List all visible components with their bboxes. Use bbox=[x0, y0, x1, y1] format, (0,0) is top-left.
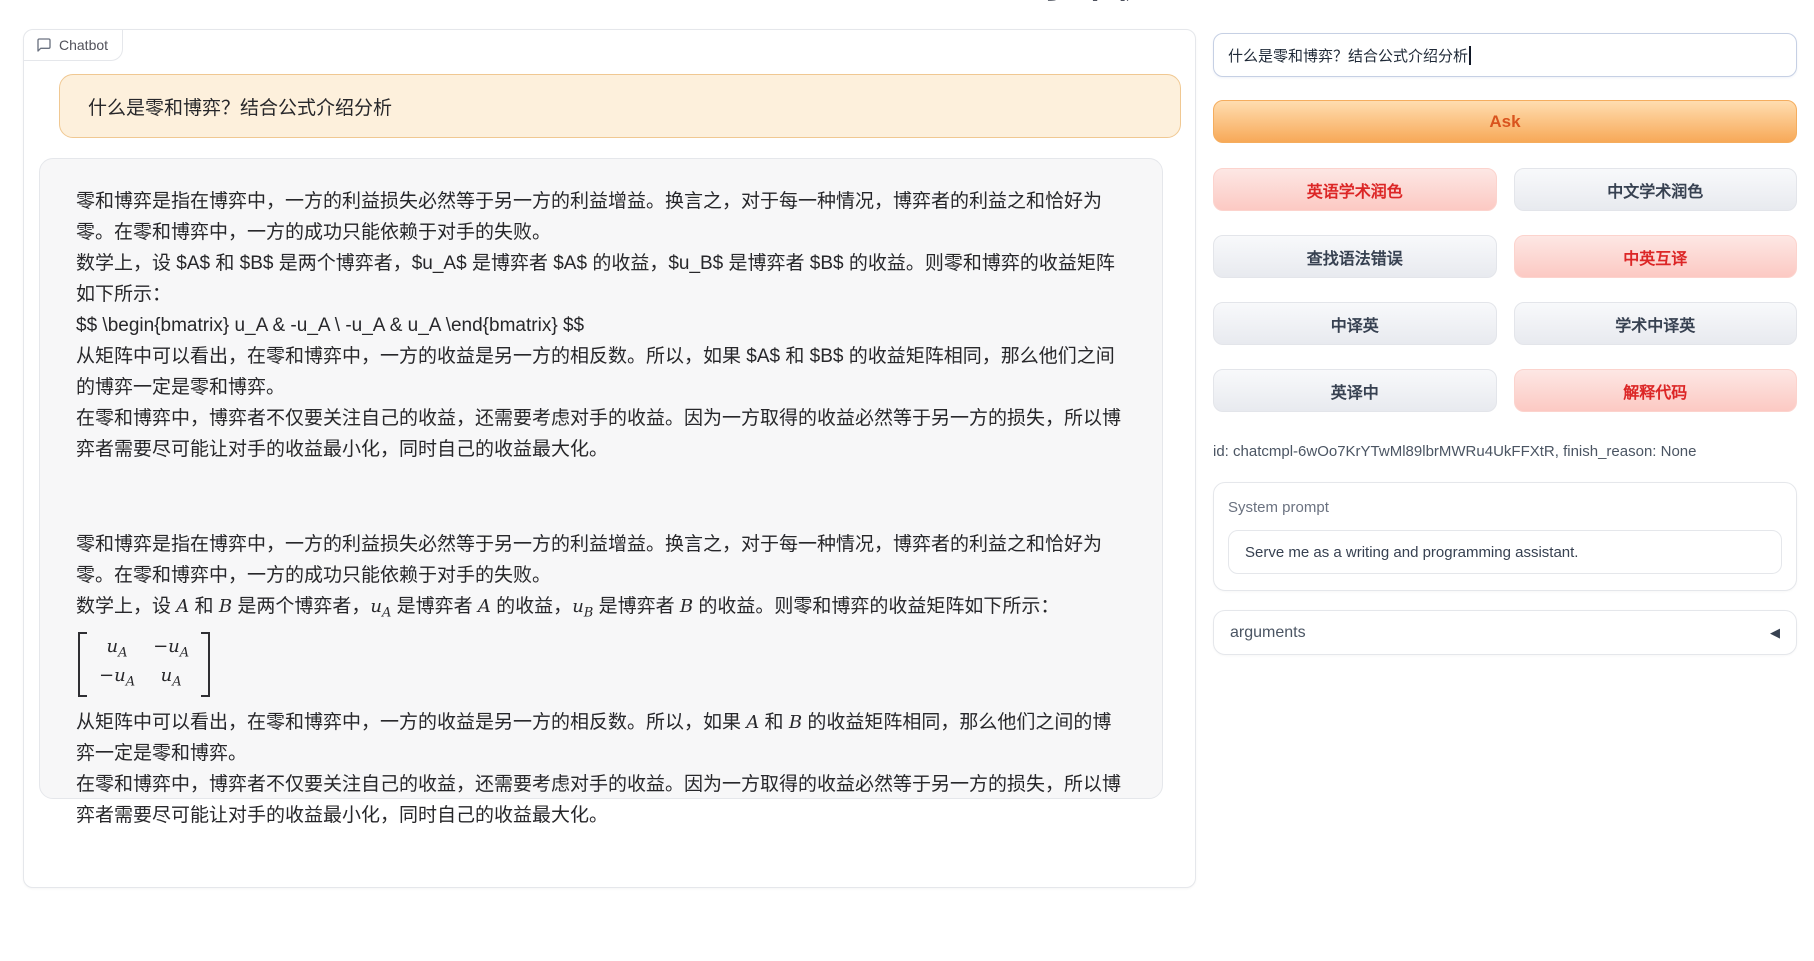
bot-message-bubble: 零和博弈是指在博弈中，一方的利益损失必然等于另一方的利益增益。换言之，对于每一种… bbox=[39, 158, 1163, 799]
function-button-grid: 英语学术润色中文学术润色查找语法错误中英互译中译英学术中译英英译中解释代码 bbox=[1213, 168, 1797, 412]
user-message-bubble: 什么是零和博弈？结合公式介绍分析 bbox=[59, 74, 1181, 138]
chevron-left-icon: ◀ bbox=[1770, 625, 1780, 641]
function-button[interactable]: 英语学术润色 bbox=[1213, 168, 1497, 211]
chatbot-label-text: Chatbot bbox=[59, 37, 108, 53]
arguments-accordion[interactable]: arguments ◀ bbox=[1213, 610, 1797, 655]
accordion-label: arguments bbox=[1230, 624, 1306, 642]
chatbot-panel: Chatbot 什么是零和博弈？结合公式介绍分析 零和博弈是指在博弈中，一方的利… bbox=[23, 29, 1196, 888]
question-input[interactable]: 什么是零和博弈？结合公式介绍分析 bbox=[1213, 33, 1797, 77]
function-button[interactable]: 学术中译英 bbox=[1514, 302, 1798, 345]
bot-paragraph: 零和博弈是指在博弈中，一方的利益损失必然等于另一方的利益增益。换言之，对于每一种… bbox=[76, 186, 1126, 248]
function-button[interactable]: 中文学术润色 bbox=[1514, 168, 1798, 211]
bot-paragraph: 在零和博弈中，博弈者不仅要关注自己的收益，还需要考虑对手的收益。因为一方取得的收… bbox=[76, 769, 1126, 831]
text-cursor bbox=[1469, 46, 1471, 65]
control-column: 什么是零和博弈？结合公式介绍分析 Ask 英语学术润色中文学术润色查找语法错误中… bbox=[1213, 0, 1797, 655]
bot-paragraph: 在零和博弈中，博弈者不仅要关注自己的收益，还需要考虑对手的收益。因为一方取得的收… bbox=[76, 403, 1126, 465]
system-prompt-value: Serve me as a writing and programming as… bbox=[1245, 544, 1578, 561]
bot-paragraph: $$ \begin{bmatrix} u_A & -u_A \ -u_A & u… bbox=[76, 310, 1126, 341]
bot-paragraph: 数学上，设 A 和 B 是两个博弈者，uA 是博弈者 A 的收益，uB 是博弈者… bbox=[76, 591, 1126, 629]
payoff-matrix: uA−uA−uAuA bbox=[78, 632, 210, 697]
system-prompt-label: System prompt bbox=[1228, 497, 1782, 518]
function-button[interactable]: 查找语法错误 bbox=[1213, 235, 1497, 278]
function-button[interactable]: 中译英 bbox=[1213, 302, 1497, 345]
bot-paragraph: 从矩阵中可以看出，在零和博弈中，一方的收益是另一方的相反数。所以，如果 $A$ … bbox=[76, 341, 1126, 403]
bot-paragraph: 数学上，设 $A$ 和 $B$ 是两个博弈者，$u_A$ 是博弈者 $A$ 的收… bbox=[76, 248, 1126, 310]
chat-bubble-icon bbox=[36, 37, 52, 53]
status-line: id: chatcmpl-6wOo7KrYTwMl89lbrMWRu4UkFFX… bbox=[1213, 442, 1797, 462]
page-title-clipped: ChatGPT 学术优化 bbox=[840, 0, 1170, 9]
system-prompt-panel: System prompt Serve me as a writing and … bbox=[1213, 482, 1797, 591]
question-input-value: 什么是零和博弈？结合公式介绍分析 bbox=[1228, 45, 1468, 66]
ask-button[interactable]: Ask bbox=[1213, 100, 1797, 143]
ask-button-label: Ask bbox=[1489, 112, 1520, 132]
system-prompt-input[interactable]: Serve me as a writing and programming as… bbox=[1228, 530, 1782, 574]
bot-message: 零和博弈是指在博弈中，一方的利益损失必然等于另一方的利益增益。换言之，对于每一种… bbox=[76, 186, 1126, 831]
user-message-text: 什么是零和博弈？结合公式介绍分析 bbox=[88, 93, 392, 120]
function-button[interactable]: 英译中 bbox=[1213, 369, 1497, 412]
bot-paragraph: 从矩阵中可以看出，在零和博弈中，一方的收益是另一方的相反数。所以，如果 A 和 … bbox=[76, 707, 1126, 769]
bot-paragraph: 零和博弈是指在博弈中，一方的利益损失必然等于另一方的利益增益。换言之，对于每一种… bbox=[76, 529, 1126, 591]
function-button[interactable]: 解释代码 bbox=[1514, 369, 1798, 412]
function-button[interactable]: 中英互译 bbox=[1514, 235, 1798, 278]
chatbot-panel-label: Chatbot bbox=[24, 30, 123, 61]
